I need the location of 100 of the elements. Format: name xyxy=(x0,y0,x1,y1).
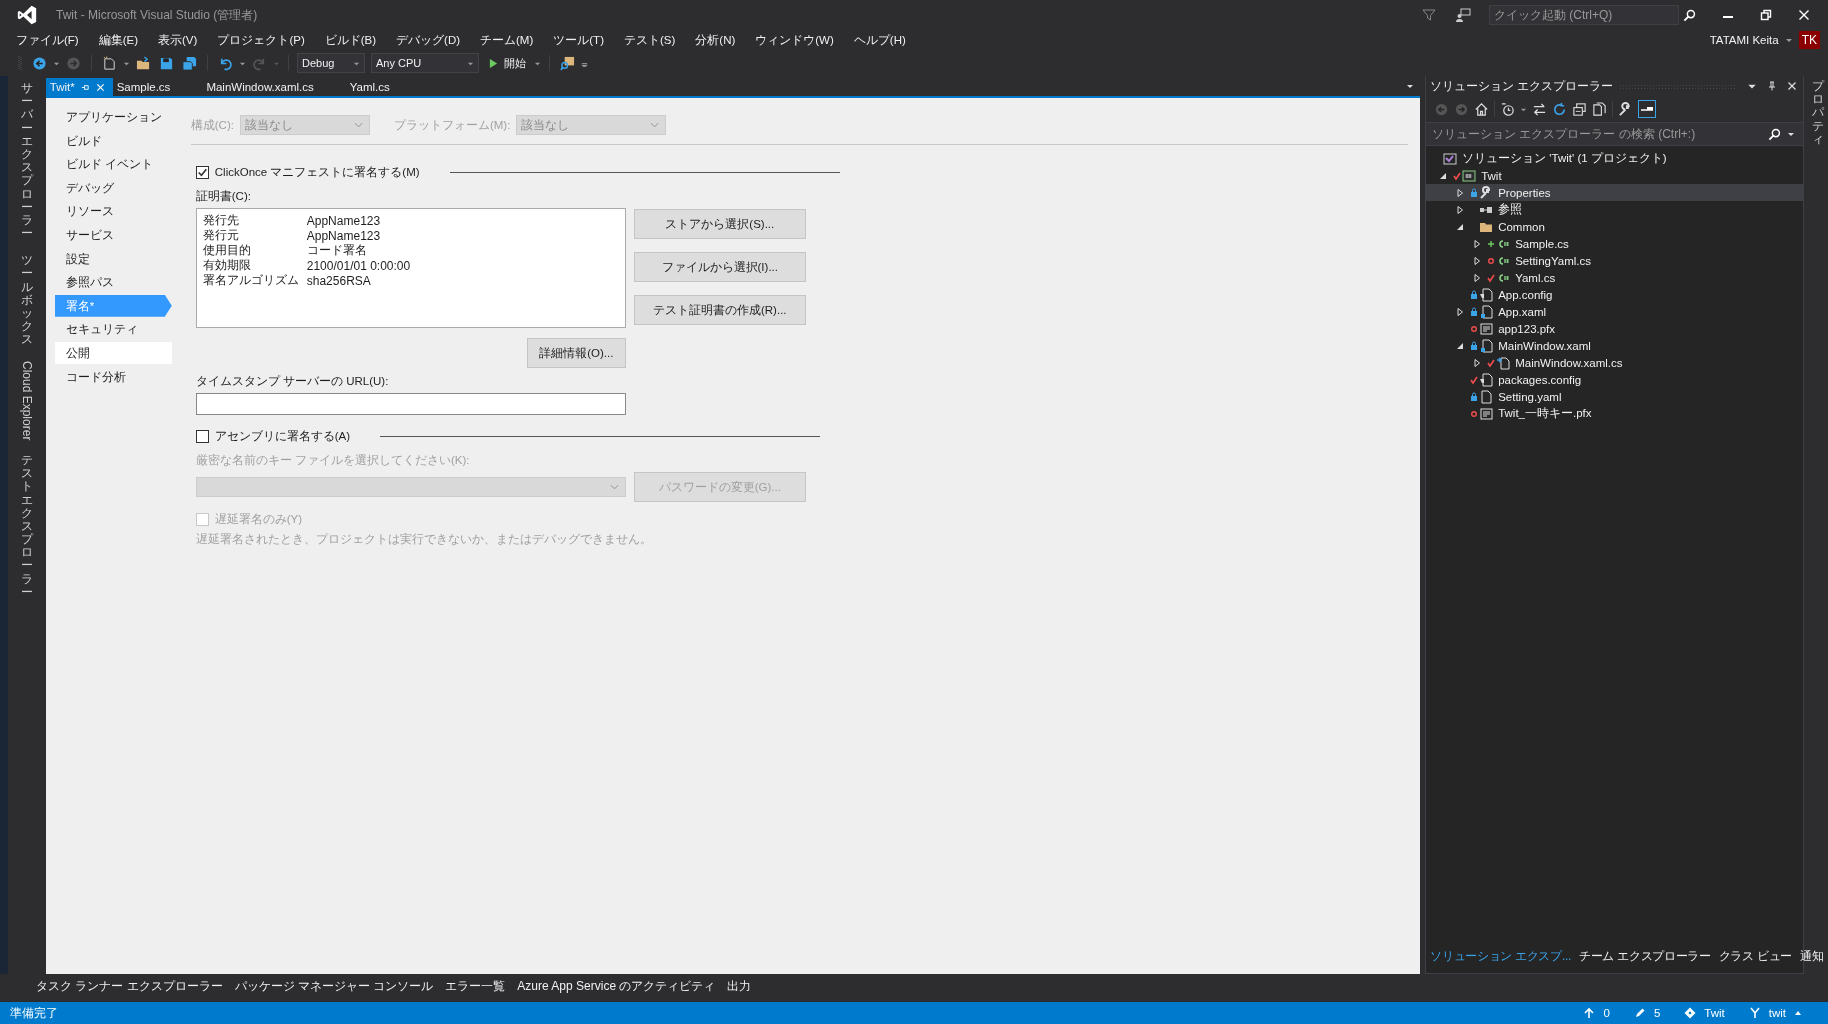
tree-item[interactable]: SettingYaml.cs xyxy=(1426,252,1804,269)
caret-icon[interactable] xyxy=(1784,36,1793,44)
repository-name[interactable]: Twit xyxy=(1704,1007,1725,1019)
menu-item[interactable]: ビルド(B) xyxy=(324,32,387,48)
tool-window-tab[interactable]: プロパティ xyxy=(1812,80,1825,146)
expanded-arrow-icon[interactable] xyxy=(1456,222,1465,231)
tool-window-tab[interactable]: タスク ランナー エクスプローラー xyxy=(36,977,223,995)
document-tab[interactable]: Twit* xyxy=(45,78,113,96)
checkbox[interactable] xyxy=(195,429,209,443)
certificate-button[interactable]: ストアから選択(S)... xyxy=(633,209,806,239)
page-nav-item[interactable]: ビルド xyxy=(54,129,172,152)
menu-item[interactable]: ウィンドウ(W) xyxy=(755,32,844,48)
page-nav-item[interactable]: リソース xyxy=(54,200,172,223)
certificate-button[interactable]: テスト証明書の作成(R)... xyxy=(633,295,806,325)
expanded-arrow-icon[interactable] xyxy=(1439,171,1448,180)
pending-changes-count[interactable]: 5 xyxy=(1653,1007,1661,1019)
refresh-icon[interactable] xyxy=(1552,101,1568,117)
collapsed-arrow-icon[interactable] xyxy=(1473,358,1482,367)
page-nav-item[interactable]: 設定 xyxy=(54,247,172,270)
tree-item[interactable]: packages.config xyxy=(1426,371,1804,388)
menu-item[interactable]: テスト(S) xyxy=(623,32,686,48)
tree-item[interactable]: Sample.cs xyxy=(1426,235,1804,252)
up-arrow-icon[interactable] xyxy=(1583,1007,1596,1019)
document-tab[interactable]: Yaml.cs xyxy=(345,78,398,96)
page-nav-item[interactable]: デバッグ xyxy=(54,176,172,199)
tree-item[interactable]: Properties xyxy=(1426,184,1804,201)
menu-item[interactable]: 分析(N) xyxy=(695,32,746,48)
tool-window-tab[interactable]: テストエクスプローラー xyxy=(20,453,33,599)
page-nav-item[interactable]: サービス xyxy=(54,223,172,246)
checkbox[interactable] xyxy=(195,165,209,179)
home-icon[interactable] xyxy=(1474,101,1490,117)
tree-item[interactable]: Common xyxy=(1426,218,1804,235)
open-folder-icon[interactable] xyxy=(136,55,151,71)
menu-item[interactable]: 編集(E) xyxy=(98,32,149,48)
menu-item[interactable]: プロジェクト(P) xyxy=(217,32,315,48)
pencil-icon[interactable] xyxy=(1633,1007,1646,1019)
panel-tab[interactable]: チーム エクスプローラー xyxy=(1579,947,1711,965)
history-icon[interactable] xyxy=(1500,101,1516,117)
tree-item[interactable]: Yaml.cs xyxy=(1426,269,1804,286)
tab-list-caret-icon[interactable] xyxy=(1406,82,1415,90)
menu-item[interactable]: ツール(T) xyxy=(553,32,614,48)
sync-arrows-icon[interactable] xyxy=(1532,101,1548,117)
platform-dropdown[interactable]: Any CPU xyxy=(371,53,479,73)
tool-window-tab[interactable]: パッケージ マネージャー コンソール xyxy=(234,977,434,995)
tool-window-tab[interactable]: Cloud Explorer xyxy=(19,360,34,440)
tree-item[interactable]: App.xaml xyxy=(1426,303,1804,320)
show-all-files-icon[interactable] xyxy=(1592,101,1608,117)
pending-pushes-count[interactable]: 0 xyxy=(1603,1007,1610,1019)
caret-up-icon[interactable] xyxy=(1794,1009,1802,1017)
menu-item[interactable]: デバッグ(D) xyxy=(396,32,471,48)
tool-window-tab[interactable]: サーバーエクスプローラー xyxy=(20,82,33,241)
collapsed-arrow-icon[interactable] xyxy=(1456,307,1465,316)
menu-item[interactable]: チーム(M) xyxy=(480,32,544,48)
tool-window-tab[interactable]: 出力 xyxy=(727,977,752,995)
certificate-button[interactable]: ファイルから選択(I)... xyxy=(633,252,806,282)
preview-toggle-icon[interactable] xyxy=(1638,100,1657,118)
page-nav-item[interactable]: アプリケーション xyxy=(54,106,172,128)
tree-item[interactable]: Twit_一時キー.pfx xyxy=(1426,405,1804,422)
tool-window-tab[interactable]: ツールボックス xyxy=(20,254,33,347)
restore-icon[interactable] xyxy=(1760,9,1772,21)
filter-icon[interactable] xyxy=(1421,7,1437,23)
collapsed-arrow-icon[interactable] xyxy=(1473,256,1482,265)
tree-item[interactable]: app123.pfx xyxy=(1426,320,1804,337)
tree-item[interactable]: App.config xyxy=(1426,286,1804,303)
details-button[interactable]: 詳細情報(O)... xyxy=(526,338,626,368)
collapse-all-icon[interactable] xyxy=(1572,101,1588,117)
search-box[interactable]: ソリューション エクスプローラー の検索 (Ctrl+:) xyxy=(1426,122,1804,146)
feedback-icon[interactable] xyxy=(1455,7,1471,23)
expanded-arrow-icon[interactable] xyxy=(1456,341,1465,350)
account-name[interactable]: TATAMI Keita xyxy=(1709,34,1779,46)
tree-item[interactable]: Setting.yaml xyxy=(1426,388,1804,405)
page-nav-item[interactable]: ビルド イベント xyxy=(54,153,172,176)
pin-icon[interactable] xyxy=(80,82,90,92)
branch-icon[interactable] xyxy=(1748,1007,1761,1019)
collapsed-arrow-icon[interactable] xyxy=(1456,205,1465,214)
timestamp-url-field[interactable] xyxy=(195,393,626,415)
new-project-icon[interactable] xyxy=(102,55,117,71)
menu-item[interactable]: ファイル(F) xyxy=(16,32,89,48)
document-tab[interactable]: Sample.cs xyxy=(112,78,179,96)
panel-tab[interactable]: クラス ビュー xyxy=(1718,947,1792,965)
close-icon[interactable] xyxy=(1787,81,1798,91)
collapsed-arrow-icon[interactable] xyxy=(1456,188,1465,197)
panel-tab[interactable]: 通知 xyxy=(1799,947,1824,965)
tree-item[interactable]: MainWindow.xaml xyxy=(1426,337,1804,354)
page-nav-item[interactable]: 参照パス xyxy=(54,271,172,294)
page-nav-item[interactable]: セキュリティ xyxy=(54,318,172,341)
quick-launch-field[interactable]: クイック起動 (Ctrl+Q) xyxy=(1489,5,1679,25)
save-icon[interactable] xyxy=(159,55,174,71)
collapsed-arrow-icon[interactable] xyxy=(1473,239,1482,248)
page-nav-item[interactable]: 公開 xyxy=(54,341,172,364)
menu-item[interactable]: ヘルプ(H) xyxy=(853,32,916,48)
configuration-dropdown[interactable]: Debug xyxy=(297,53,365,73)
tool-window-tab[interactable]: Azure App Service のアクティビティ xyxy=(517,977,716,995)
save-all-icon[interactable] xyxy=(182,55,197,71)
tool-window-tab[interactable]: エラー一覧 xyxy=(445,977,506,995)
branch-name[interactable]: twit xyxy=(1768,1007,1786,1019)
account-avatar[interactable]: TK xyxy=(1798,31,1820,49)
tree-item[interactable]: MainWindow.xaml.cs xyxy=(1426,354,1804,371)
tree-item[interactable]: ソリューション 'Twit' (1 プロジェクト) xyxy=(1426,150,1804,167)
panel-tab[interactable]: ソリューション エクスプ... xyxy=(1430,947,1571,965)
